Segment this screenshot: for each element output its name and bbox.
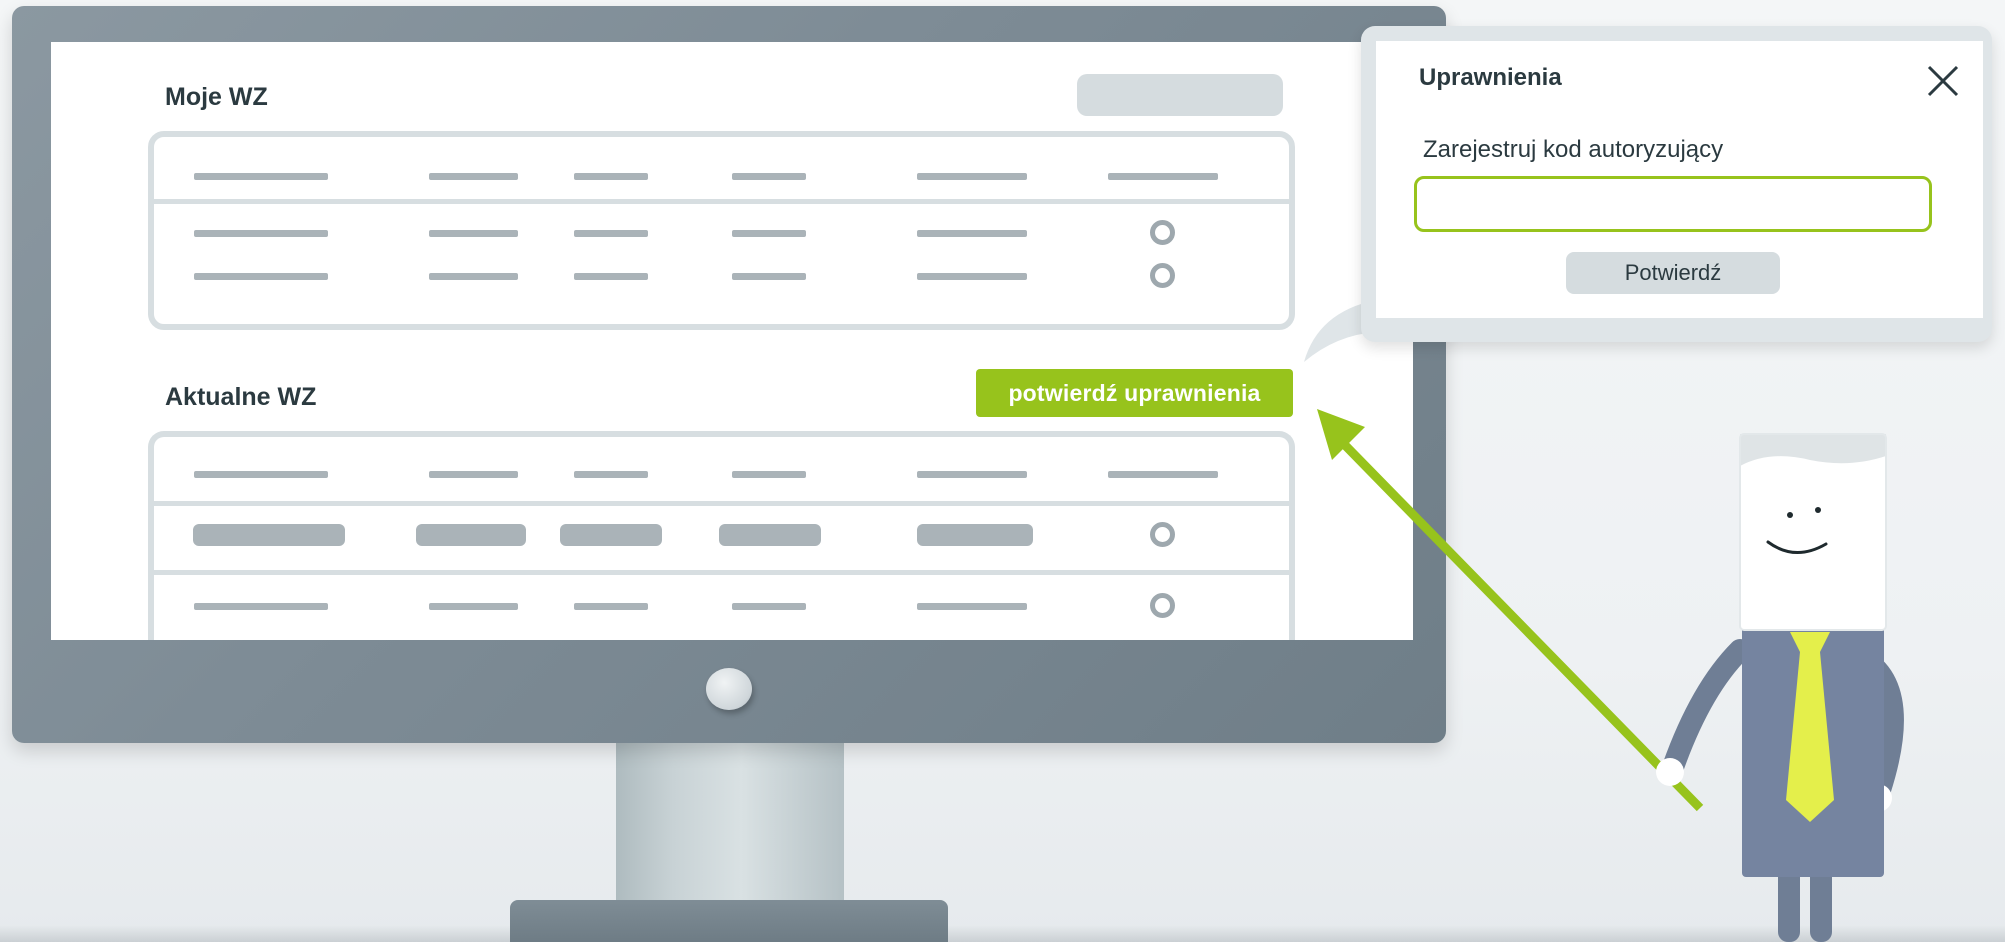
mascot-character	[1656, 433, 1904, 942]
auth-code-input[interactable]	[1414, 176, 1932, 232]
mascot-eye	[1787, 512, 1793, 518]
close-icon[interactable]	[1926, 64, 1960, 98]
auth-code-label: Zarejestruj kod autoryzujący	[1423, 136, 1724, 163]
mascot-eye	[1815, 507, 1821, 513]
mascot-hand	[1656, 758, 1684, 786]
mascot-head	[1740, 434, 1886, 630]
dialog-title: Uprawnienia	[1419, 64, 1562, 91]
confirm-button[interactable]: Potwierdź	[1566, 252, 1780, 294]
mascot-arm	[1661, 639, 1751, 781]
